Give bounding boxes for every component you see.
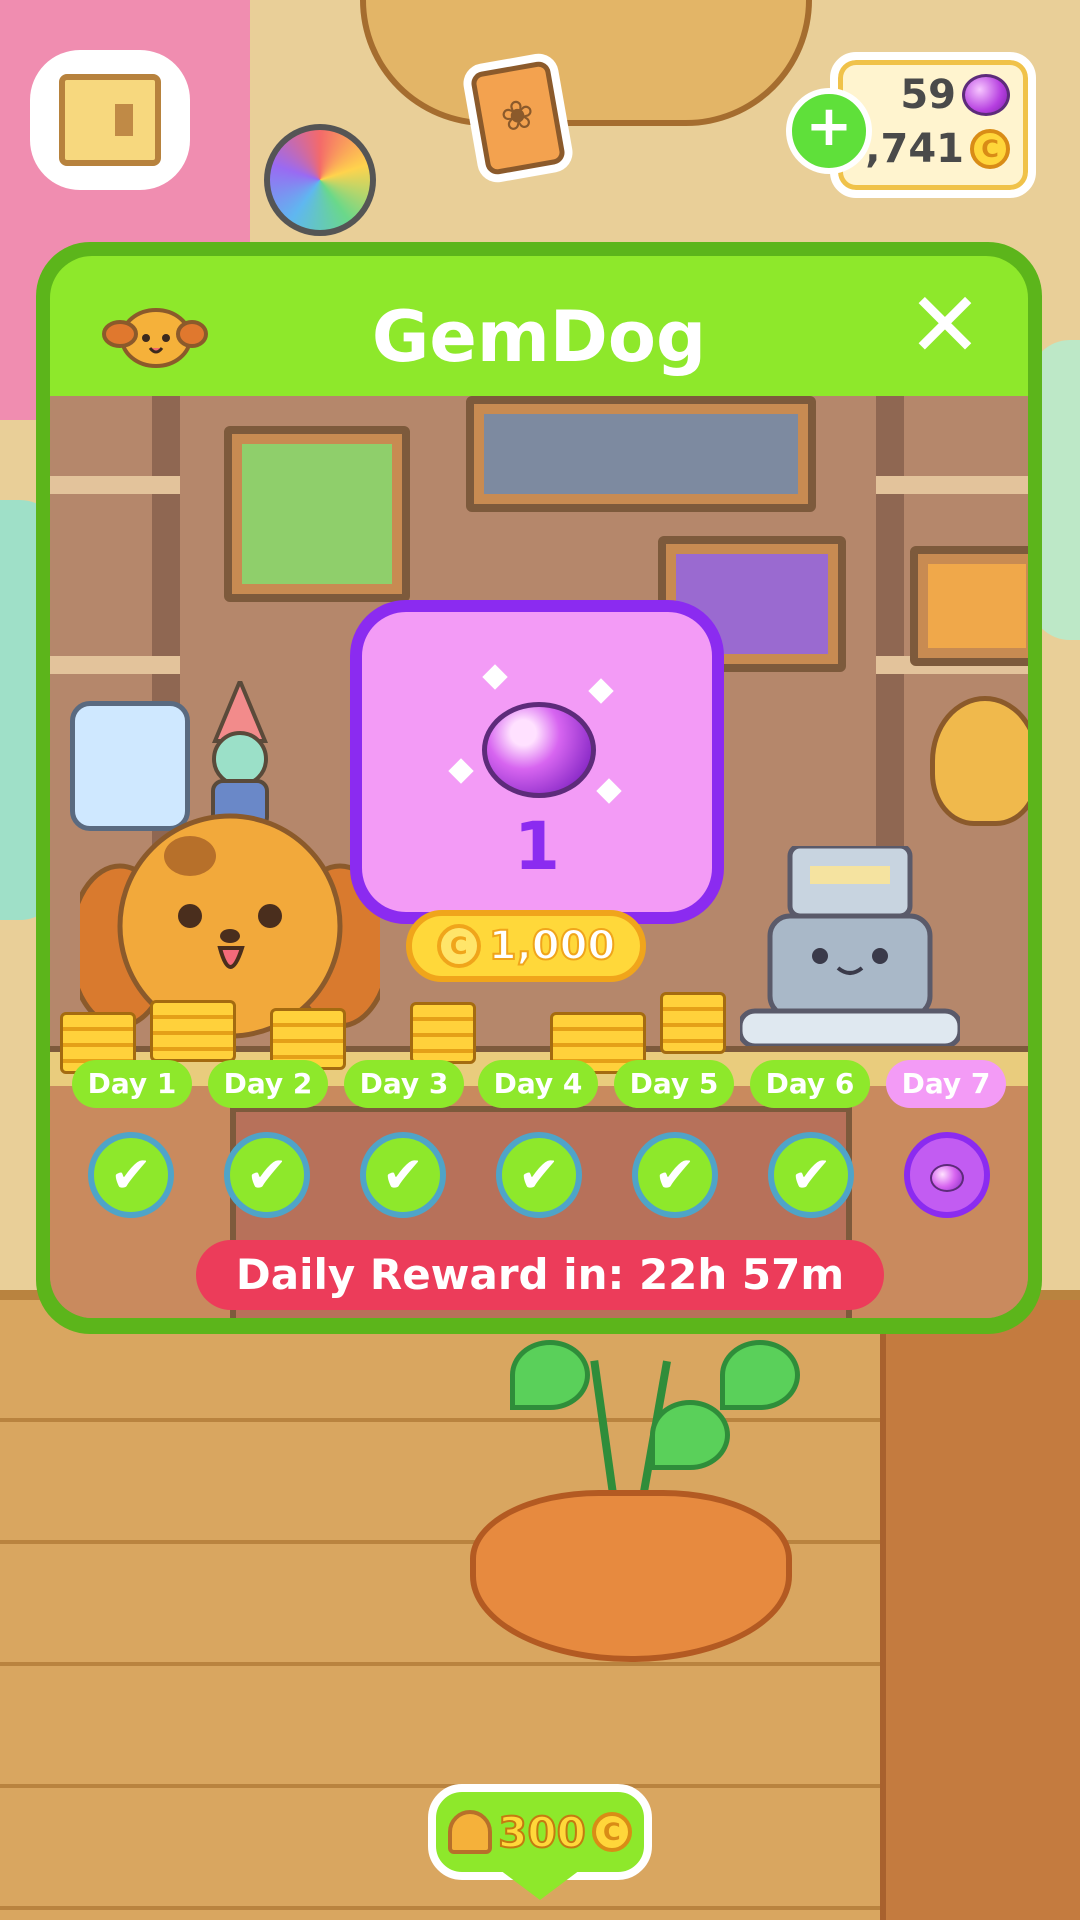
- sparkle-icon: [596, 778, 622, 804]
- cash-register: [740, 846, 960, 1046]
- reward-card[interactable]: 1: [350, 600, 724, 924]
- leaf: [720, 1340, 800, 1410]
- sparkle-icon: [588, 678, 614, 704]
- paw-card-button[interactable]: ❀: [460, 50, 576, 186]
- day-3-check-icon: ✔: [360, 1132, 446, 1218]
- plant-pot: [470, 1490, 792, 1662]
- reward-price[interactable]: C 1,000: [406, 910, 646, 982]
- modal-title: GemDog: [371, 296, 707, 378]
- gem-icon: [482, 702, 596, 798]
- daily-reward-modal: GemDog ✕ 1 C 1,000 Day 1 Day 2 Day 3 Day…: [36, 242, 1042, 1334]
- lollipop-icon: [264, 124, 376, 236]
- gem-balance: 59: [900, 72, 1010, 118]
- modal-header: GemDog ✕: [50, 256, 1028, 396]
- bell-button[interactable]: 300 C: [428, 1784, 652, 1880]
- gem-icon: [930, 1164, 964, 1192]
- wooden-stool: [360, 0, 812, 126]
- day-3-label: Day 3: [344, 1060, 464, 1108]
- day-4-check-icon: ✔: [496, 1132, 582, 1218]
- shelf: [50, 656, 180, 674]
- coin-icon: C: [591, 1812, 632, 1852]
- daily-reward-timer: Daily Reward in: 22h 57m: [196, 1240, 884, 1310]
- cabinet: [880, 1300, 1080, 1920]
- close-button[interactable]: ✕: [902, 281, 988, 372]
- shelf: [876, 476, 1028, 494]
- sparkle-icon: [482, 664, 508, 690]
- paw-icon: ❀: [469, 59, 567, 177]
- day-7-gem-icon[interactable]: [904, 1132, 990, 1218]
- painting-creatures: [466, 396, 816, 512]
- leaf: [650, 1400, 730, 1470]
- day-5-check-icon: ✔: [632, 1132, 718, 1218]
- coin-pile: [150, 1000, 236, 1062]
- gem-bag: [930, 696, 1028, 826]
- room-select-button[interactable]: [30, 50, 190, 190]
- leaf: [510, 1340, 590, 1410]
- gem-count: 59: [900, 72, 956, 118]
- bell-pointer: [500, 1870, 580, 1900]
- reward-price-label: 1,000: [488, 922, 617, 970]
- painting-cat-forest: [224, 426, 410, 602]
- add-currency-button[interactable]: +: [786, 88, 872, 174]
- bell-icon: [448, 1810, 493, 1854]
- coin-icon: C: [436, 924, 481, 968]
- day-1-label: Day 1: [72, 1060, 192, 1108]
- day-1-check-icon: ✔: [88, 1132, 174, 1218]
- day-2-check-icon: ✔: [224, 1132, 310, 1218]
- day-6-label: Day 6: [750, 1060, 870, 1108]
- day-7-label: Day 7: [886, 1060, 1006, 1108]
- sparkle-icon: [448, 758, 474, 784]
- day-6-check-icon: ✔: [768, 1132, 854, 1218]
- shelf: [50, 476, 180, 494]
- day-4-label: Day 4: [478, 1060, 598, 1108]
- bell-cost: 300: [497, 1807, 587, 1858]
- painting-fish: [910, 546, 1028, 666]
- day-5-label: Day 5: [614, 1060, 734, 1108]
- coin-pile: [410, 1002, 476, 1064]
- coin-pile: [660, 992, 726, 1054]
- gem-icon: [962, 74, 1010, 116]
- house-icon: [59, 74, 161, 166]
- day-2-label: Day 2: [208, 1060, 328, 1108]
- reward-amount: 1: [514, 808, 560, 885]
- coin-icon: C: [970, 129, 1010, 169]
